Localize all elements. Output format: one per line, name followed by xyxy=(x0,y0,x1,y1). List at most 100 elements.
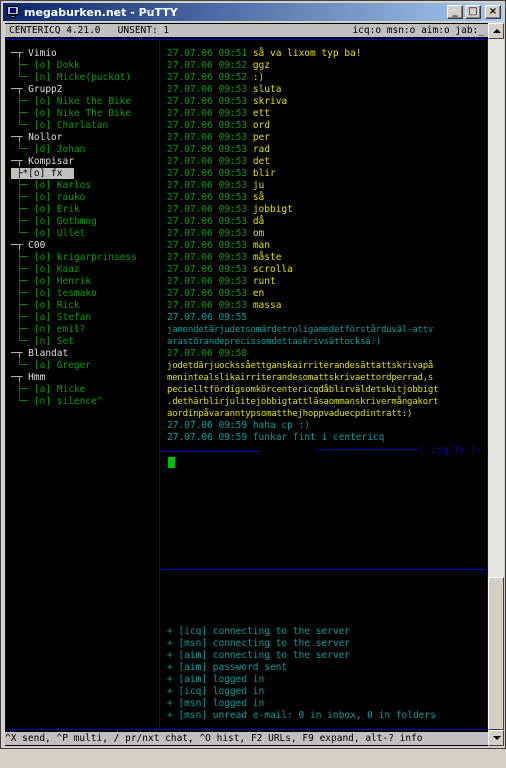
message-text: så va lixom typ ba! xyxy=(252,48,362,59)
message-timestamp: 27.07.06 09:53 xyxy=(167,144,248,155)
contact-item[interactable]: ├─ [a] Stefan xyxy=(11,312,159,324)
chat-message: 27.07.06 09:53 sluta xyxy=(167,84,485,96)
message-text: ett xyxy=(252,108,270,119)
message-text: ggz xyxy=(252,60,270,71)
message-timestamp: 27.07.06 09:53 xyxy=(167,168,248,179)
message-timestamp: 27.07.06 09:53 xyxy=(167,240,248,251)
contact-item[interactable]: ├─ [a] Micke xyxy=(11,384,159,396)
log-line: + [msn] connecting to the server xyxy=(167,638,351,649)
message-timestamp: 27.07.06 09:53 xyxy=(167,120,248,131)
contact-item[interactable]: ├─ [o] Kaaz xyxy=(11,264,159,276)
message-timestamp: 27.07.06 09:52 xyxy=(167,60,248,71)
close-button[interactable]: × xyxy=(485,5,501,19)
message-timestamp: 27.07.06 09:53 xyxy=(167,252,248,263)
message-text: arastörandeprecissomdettaskrivsättocksä:… xyxy=(167,337,381,347)
contact-item[interactable]: └─ [a] Greger xyxy=(11,360,159,372)
chat-message: 27.07.06 09:58 xyxy=(167,348,485,360)
frame-bottom xyxy=(5,729,488,730)
contact-item[interactable]: ├─ [o] Gothmog xyxy=(11,216,159,228)
maximize-button[interactable]: □ xyxy=(465,5,481,19)
chat-message: 27.07.06 09:53 blir xyxy=(167,168,485,180)
contact-item[interactable]: ├─ [o] Henrik xyxy=(11,276,159,288)
message-text: .dethärblirjulitejobbigtattläsaommanskri… xyxy=(167,397,439,407)
scroll-up-button[interactable] xyxy=(488,23,504,39)
contact-item[interactable]: ├─ [o] tesmako xyxy=(11,288,159,300)
message-text: runt xyxy=(252,276,276,287)
minimize-button[interactable]: _ xyxy=(447,5,463,19)
chat-message: 27.07.06 09:59 funkar fint i centericq xyxy=(167,432,485,444)
contact-item[interactable]: ├─ [o] Rick xyxy=(11,300,159,312)
contact-group[interactable]: ─┬ Vimio xyxy=(11,48,159,60)
app-version-status: CENTERICQ 4.21.0 UNSENT: 1 xyxy=(9,25,170,36)
chat-message: 27.07.06 09:53 massa xyxy=(167,300,485,312)
message-text: aordinpåvaranntypsomatthejhoppvaduecpdin… xyxy=(167,409,413,419)
message-text: jamendetärjudetsomärdetroligamedetförstå… xyxy=(167,325,434,335)
input-separator-left xyxy=(159,451,259,452)
contact-item[interactable]: ├─ [o] krigarprinsess xyxy=(11,252,159,264)
chat-message: 27.07.06 09:53 ord xyxy=(167,120,485,132)
message-timestamp: 27.07.06 09:53 xyxy=(167,132,248,143)
message-timestamp: 27.07.06 09:51 xyxy=(167,48,248,59)
contact-item[interactable]: ├─ [o] Dokk xyxy=(11,60,159,72)
contact-item[interactable]: ├─ [o] Karlos xyxy=(11,180,159,192)
arrow-down-icon xyxy=(493,736,501,740)
contact-item[interactable]: └─ [o] Charlatan xyxy=(11,120,159,132)
chat-message: 27.07.06 09:53 måste xyxy=(167,252,485,264)
input-window-label: ──────────────────[ icq fx ]─ xyxy=(316,445,482,456)
contact-group[interactable]: ─┬ Nollor xyxy=(11,132,159,144)
contact-item[interactable]: ├─ [o] Nike The Bike xyxy=(11,108,159,120)
contact-group[interactable]: ─┬ C00 xyxy=(11,240,159,252)
contact-item[interactable]: ├─ [o] rauko xyxy=(11,192,159,204)
message-text: :) xyxy=(252,72,265,83)
message-text: funkar fint i centericq xyxy=(252,432,385,443)
contact-group[interactable]: ─┬ Kompisar xyxy=(11,156,159,168)
scroll-thumb[interactable] xyxy=(488,577,504,730)
chat-message: 27.07.06 09:51 så va lixom typ ba! xyxy=(167,48,485,60)
contact-item[interactable]: ├─ [o] Erik xyxy=(11,204,159,216)
log-line: + [aim] password sent xyxy=(167,662,288,673)
message-timestamp: 27.07.06 09:53 xyxy=(167,216,248,227)
contact-item[interactable]: ├─ [n] emil? xyxy=(11,324,159,336)
terminal-screen[interactable]: CENTERICQ 4.21.0 UNSENT: 1 icq:o msn:o a… xyxy=(5,23,488,746)
message-text: det xyxy=(252,156,270,167)
selected-contact[interactable]: ├*[o] fx xyxy=(11,168,74,179)
chat-message: 27.07.06 09:53 jobbigt xyxy=(167,204,485,216)
message-text: pecielltfördigsomkörcentericqdåblirvälde… xyxy=(167,385,439,395)
scroll-down-button[interactable] xyxy=(488,730,504,746)
contact-item[interactable]: └─ [o] Ullet xyxy=(11,228,159,240)
message-text: jodetdärjuockssåettganskairriterandesätt… xyxy=(167,361,434,371)
message-text: rad xyxy=(252,144,270,155)
vertical-scrollbar[interactable] xyxy=(488,23,504,746)
chat-history: 27.07.06 09:51 så va lixom typ ba! 27.07.… xyxy=(167,48,485,444)
title-bar[interactable]: megaburken.net - PuTTY _ □ × xyxy=(3,3,503,21)
keybind-footer: ^X send, ^P multi, / pr/nxt chat, ^O his… xyxy=(5,732,488,745)
message-timestamp: 27.07.06 09:53 xyxy=(167,84,248,95)
chat-message: 27.07.06 09:53 runt xyxy=(167,276,485,288)
event-log: + [icq] connecting to the server + [msn] … xyxy=(167,626,485,722)
putty-window: megaburken.net - PuTTY _ □ × CENTERICQ 4… xyxy=(0,0,506,749)
contact-item[interactable]: ├─ [o] Nike the Bike xyxy=(11,96,159,108)
chat-message: 27.07.06 09:53 ju xyxy=(167,180,485,192)
message-text: skriva xyxy=(252,96,288,107)
contact-group[interactable]: ─┬ Blandat xyxy=(11,348,159,360)
message-timestamp: 27.07.06 09:53 xyxy=(167,276,248,287)
log-line: + [aim] connecting to the server xyxy=(167,650,351,661)
contact-item[interactable]: ├*[o] fx xyxy=(11,168,159,180)
message-text: sluta xyxy=(252,84,282,95)
message-text: blir xyxy=(252,168,276,179)
contact-item[interactable]: └─ [n] Set xyxy=(11,336,159,348)
contact-item[interactable]: └─ [n] Micke(puckot) xyxy=(11,72,159,84)
message-timestamp: 27.07.06 09:59 xyxy=(167,432,248,443)
contact-item[interactable]: └─ [n] silence^ xyxy=(11,396,159,408)
protocol-status: icq:o msn:o aim:o jab:_ xyxy=(352,25,484,36)
contact-group[interactable]: ─┬ Hmm xyxy=(11,372,159,384)
putty-icon[interactable] xyxy=(6,5,20,19)
message-timestamp: 27.07.06 09:53 xyxy=(167,156,248,167)
contact-group[interactable]: ─┬ Grupp2 xyxy=(11,84,159,96)
message-text: haha cp :) xyxy=(252,420,311,431)
message-text: scrolla xyxy=(252,264,293,275)
message-text: per xyxy=(252,132,270,143)
text-cursor[interactable] xyxy=(168,457,175,468)
contact-list[interactable]: ─┬ Vimio ├─ [o] Dokk └─ [n] Micke(puckot… xyxy=(11,48,159,408)
contact-item[interactable]: └─ [d] Johan xyxy=(11,144,159,156)
